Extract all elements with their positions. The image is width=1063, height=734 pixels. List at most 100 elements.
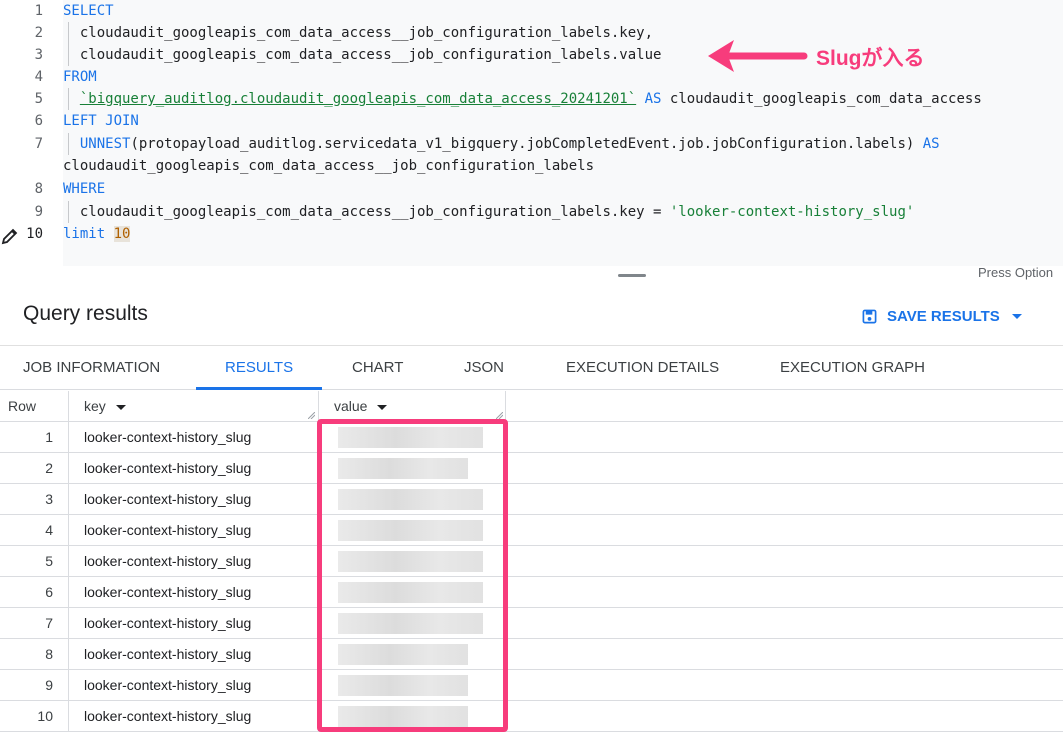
table-row[interactable]: 8 looker-context-history_slug [0,639,1063,670]
line-number: 1 [34,3,43,19]
row-number: 1 [45,429,53,445]
sql-function: UNNEST [79,136,131,152]
sql-keyword: limit [63,226,106,242]
results-title: Query results [23,302,148,325]
column-divider [68,701,69,732]
pencil-icon [1,228,18,245]
row-number: 6 [45,584,53,600]
sql-keyword: LEFT JOIN [63,113,139,129]
results-table: Row key value 1 looker-context-history_s… [0,391,1063,734]
table-header: Row key value [0,391,1063,422]
line-number: 7 [34,136,43,152]
line-number: 4 [34,69,43,85]
code-line: cloudaudit_googleapis_com_data_access__j… [63,47,662,63]
table-alias: cloudaudit_googleapis_com_data_access [669,91,982,107]
sql-editor[interactable]: 1 2 3 4 5 6 7 8 9 10 SELECT cloudaudit_g… [0,0,1063,266]
column-resize-icon[interactable] [496,412,503,419]
key-cell: looker-context-history_slug [84,429,252,445]
line-number: 5 [34,91,43,107]
table-row[interactable]: 9 looker-context-history_slug [0,670,1063,701]
line-number: 8 [34,181,43,197]
caret-down-icon[interactable] [1011,313,1022,319]
key-cell: looker-context-history_slug [84,708,252,724]
code-line: cloudaudit_googleapis_com_data_access__j… [63,201,914,223]
column-divider [68,577,69,608]
editor-hint-text: Press Option [978,265,1054,280]
column-divider [505,391,506,422]
tab-chart[interactable]: CHART [352,346,403,390]
table-row[interactable]: 1 looker-context-history_slug [0,422,1063,453]
column-divider [318,391,319,422]
sort-caret-icon[interactable] [377,404,388,410]
tab-execution-details[interactable]: EXECUTION DETAILS [566,346,719,390]
row-number: 8 [45,646,53,662]
column-divider [68,453,69,484]
code-line: LEFT JOIN [63,110,139,132]
annotation-label: Slugが入る [816,47,925,70]
code-area[interactable]: SELECT cloudaudit_googleapis_com_data_ac… [63,0,1063,266]
annotation-arrow-icon [708,40,808,72]
table-reference-link[interactable]: `bigquery_auditlog.cloudaudit_googleapis… [80,91,636,107]
save-results-label: SAVE RESULTS [887,307,1000,325]
row-number: 5 [45,553,53,569]
table-row[interactable]: 3 looker-context-history_slug [0,484,1063,515]
code-line: WHERE [63,178,105,200]
column-header-label: value [334,398,368,414]
line-number: 2 [34,25,43,41]
row-number: 3 [45,491,53,507]
tab-json[interactable]: JSON [464,346,504,390]
key-cell: looker-context-history_slug [84,553,252,569]
column-header-value[interactable]: value [334,391,388,422]
key-cell: looker-context-history_slug [84,615,252,631]
table-row[interactable]: 6 looker-context-history_slug [0,577,1063,608]
column-header-key[interactable]: key [84,391,126,422]
where-condition: cloudaudit_googleapis_com_data_access__j… [63,204,670,220]
row-number: 4 [45,522,53,538]
row-number: 9 [45,677,53,693]
code-line: FROM [63,66,97,88]
code-line-wrapped: cloudaudit_googleapis_com_data_access__j… [63,158,595,174]
row-number: 10 [37,708,53,724]
key-cell: looker-context-history_slug [84,522,252,538]
column-divider [68,422,69,453]
sort-caret-icon[interactable] [115,404,126,410]
column-divider [68,515,69,546]
column-divider [68,546,69,577]
column-header-row: Row [8,398,37,414]
code-line: cloudaudit_googleapis_com_data_access__j… [63,25,654,41]
table-row[interactable]: 4 looker-context-history_slug [0,515,1063,546]
column-divider [68,608,69,639]
key-cell: looker-context-history_slug [84,491,252,507]
code-line: `bigquery_auditlog.cloudaudit_googleapis… [63,88,982,110]
code-line: limit 10 [63,223,131,245]
code-line: SELECT [63,0,114,22]
line-number: 9 [34,204,43,220]
column-resize-icon[interactable] [308,412,315,419]
line-number-gutter: 1 2 3 4 5 6 7 8 9 10 [0,0,62,266]
string-literal: 'looker-context-history_slug' [669,204,915,220]
sql-keyword: FROM [63,69,97,85]
line-number: 6 [34,113,43,129]
table-row[interactable]: 2 looker-context-history_slug [0,453,1063,484]
line-number: 3 [34,47,43,63]
function-argument: (protopayload_auditlog.servicedata_v1_bi… [130,136,915,152]
column-divider [68,484,69,515]
tab-results[interactable]: RESULTS [196,346,323,390]
tab-execution-graph[interactable]: EXECUTION GRAPH [780,346,925,390]
table-row[interactable]: 10 looker-context-history_slug [0,701,1063,732]
table-row[interactable]: 5 looker-context-history_slug [0,546,1063,577]
column-header-label: key [84,398,106,414]
panel-resize-handle[interactable] [618,274,646,277]
tab-job-information[interactable]: JOB INFORMATION [23,346,160,390]
table-row[interactable]: 7 looker-context-history_slug [0,608,1063,639]
sql-keyword: SELECT [63,3,114,19]
save-results-button[interactable]: SAVE RESULTS [862,305,1022,327]
number-literal: 10 [113,226,131,242]
column-divider [68,670,69,701]
key-cell: looker-context-history_slug [84,677,252,693]
column-divider [68,391,69,422]
results-tabs: JOB INFORMATION RESULTS CHART JSON EXECU… [0,345,1063,390]
sql-keyword: WHERE [63,181,106,197]
row-number: 7 [45,615,53,631]
code-line: UNNEST(protopayload_auditlog.servicedata… [63,133,940,155]
